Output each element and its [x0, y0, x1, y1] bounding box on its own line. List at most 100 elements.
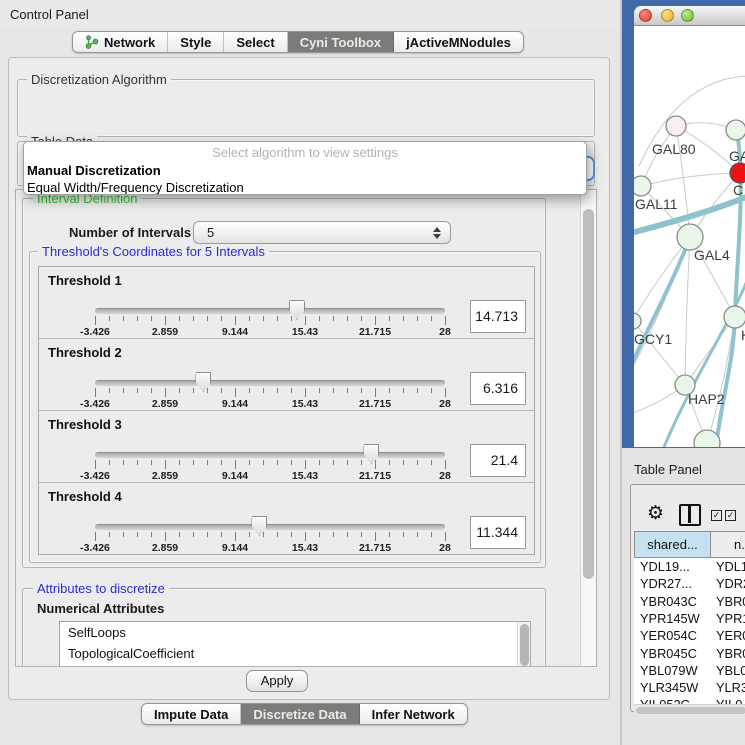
tick-mark [417, 532, 418, 537]
mac-zoom-icon[interactable] [681, 9, 694, 22]
network-edge[interactable] [664, 276, 745, 447]
table-row[interactable]: YIL052CYIL0 [634, 696, 745, 704]
mac-minimize-icon[interactable] [661, 9, 674, 22]
tick-label: 9.144 [222, 542, 248, 554]
algorithm-option-manual-discretization[interactable]: Manual Discretization [24, 162, 586, 179]
list-scrollbar[interactable] [517, 622, 530, 667]
tick-mark [123, 316, 124, 321]
threshold-slider[interactable]: -3.4262.8599.14415.4321.71528 [93, 444, 449, 482]
tick-mark [431, 532, 432, 537]
network-view[interactable]: GAL80GACGAL11GAL4GCY1HHAP2 [634, 26, 745, 447]
table-row[interactable]: YBR045CYBR0 [634, 645, 745, 662]
tab-network[interactable]: Network [73, 32, 168, 52]
node-label: GAL4 [694, 247, 730, 263]
panel-title: Control Panel [10, 7, 89, 22]
table-row[interactable]: YDR27...YDR2 [634, 575, 745, 592]
node-label: HAP2 [688, 391, 725, 407]
checkbox-icon[interactable]: ✓ [725, 510, 736, 521]
network-node-ga[interactable] [726, 120, 745, 140]
table-row[interactable]: YER054CYER0 [634, 627, 745, 644]
attribute-item-betweennesscentrality[interactable]: BetweennessCentrality [60, 664, 530, 667]
algorithm-option-equal-width-frequency-discretization[interactable]: Equal Width/Frequency Discretization [24, 179, 586, 195]
tick-mark [207, 388, 208, 393]
tick-mark [95, 316, 96, 325]
tick-mark [333, 532, 334, 537]
tick-mark [389, 316, 390, 321]
tick-mark [165, 388, 166, 397]
attribute-item-topologicalcoefficient[interactable]: TopologicalCoefficient [60, 643, 530, 664]
list-scrollbar-thumb[interactable] [520, 624, 529, 666]
slider-track [95, 524, 445, 530]
cell-shared-name: YLR345W [640, 679, 698, 696]
table-column-header-name[interactable]: n... [711, 531, 745, 558]
tick-mark [235, 388, 236, 397]
network-edge[interactable] [634, 237, 690, 321]
threshold-value-field[interactable]: 6.316 [470, 372, 526, 405]
columns-icon[interactable] [679, 504, 701, 526]
table-h-scrollbar-thumb[interactable] [636, 707, 745, 714]
table-row[interactable]: YBR043CYBR0 [634, 593, 745, 610]
network-node-h[interactable] [724, 306, 745, 328]
tick-mark [333, 388, 334, 393]
node-label: H [741, 327, 745, 343]
threshold-slider[interactable]: -3.4262.8599.14415.4321.71528 [93, 300, 449, 338]
table-row[interactable]: YLR345WYLR3 [634, 679, 745, 696]
tick-mark [221, 532, 222, 537]
network-node-gal80[interactable] [666, 116, 686, 136]
tick-mark [333, 460, 334, 465]
tab-jactivemnodules[interactable]: jActiveMNodules [394, 32, 523, 52]
tab-cyni-toolbox[interactable]: Cyni Toolbox [288, 32, 394, 52]
pane-scrollbar[interactable] [580, 190, 596, 666]
slider-thumb[interactable] [363, 444, 379, 464]
table-row[interactable]: YPR145WYPR1 [634, 610, 745, 627]
network-node-gal11[interactable] [634, 176, 651, 196]
cell-shared-name: YBL079W [640, 662, 698, 679]
table-row[interactable]: YBL079WYBL0 [634, 662, 745, 679]
tick-mark [389, 532, 390, 537]
checkbox-icon[interactable]: ✓ [711, 510, 722, 521]
network-edge[interactable] [685, 237, 690, 385]
node-label: GCY1 [634, 331, 672, 347]
gear-icon[interactable]: ⚙ [647, 502, 664, 524]
threshold-row: Threshold 1-3.4262.8599.14415.4321.71528… [39, 267, 534, 339]
slider-thumb[interactable] [195, 372, 211, 392]
tick-mark [263, 388, 264, 393]
mac-close-icon[interactable] [639, 9, 652, 22]
table-panel-title: Table Panel [634, 462, 702, 477]
numerical-attributes-list[interactable]: SelfLoopsTopologicalCoefficientBetweenne… [59, 621, 531, 667]
table-row[interactable]: YDL19...YDL1 [634, 558, 745, 575]
tick-label: -3.426 [80, 542, 110, 554]
attribute-item-selfloops[interactable]: SelfLoops [60, 622, 530, 643]
node-label: GA [729, 148, 745, 164]
threshold-slider[interactable]: -3.4262.8599.14415.4321.71528 [93, 372, 449, 410]
tick-mark [347, 532, 348, 537]
cell-name: YDL1 [716, 558, 745, 575]
tab-discretize-data[interactable]: Discretize Data [241, 704, 359, 724]
tick-label: -3.426 [80, 326, 110, 338]
threshold-value-field[interactable]: 11.344 [470, 516, 526, 549]
network-window-titlebar[interactable] [634, 6, 745, 26]
tab-infer-network[interactable]: Infer Network [360, 704, 467, 724]
tick-mark [235, 532, 236, 541]
network-node-gcy1[interactable] [634, 313, 641, 329]
table-h-scrollbar[interactable] [634, 704, 745, 715]
threshold-slider[interactable]: -3.4262.8599.14415.4321.71528 [93, 516, 449, 554]
cyni-toolbox-panel: Discretization Algorithm Select algorith… [8, 57, 610, 700]
tab-style[interactable]: Style [168, 32, 224, 52]
tick-label: 28 [439, 326, 451, 338]
threshold-value-field[interactable]: 14.713 [470, 300, 526, 333]
tick-mark [431, 460, 432, 465]
tab-select[interactable]: Select [224, 32, 287, 52]
network-edge[interactable] [641, 173, 740, 186]
apply-button[interactable]: Apply [246, 670, 308, 692]
thresholds-group: Threshold's Coordinates for 5 Intervals … [29, 251, 541, 563]
slider-thumb[interactable] [251, 516, 267, 536]
number-of-intervals-spinner[interactable]: 5 [193, 221, 451, 244]
number-of-intervals-label: Number of Intervals [69, 225, 191, 240]
tab-impute-data[interactable]: Impute Data [142, 704, 241, 724]
network-node-c[interactable] [730, 163, 745, 183]
table-column-header-shared[interactable]: shared... [634, 531, 711, 558]
threshold-value-field[interactable]: 21.4 [470, 444, 526, 477]
tick-mark [109, 460, 110, 465]
pane-scrollbar-thumb[interactable] [583, 209, 594, 579]
